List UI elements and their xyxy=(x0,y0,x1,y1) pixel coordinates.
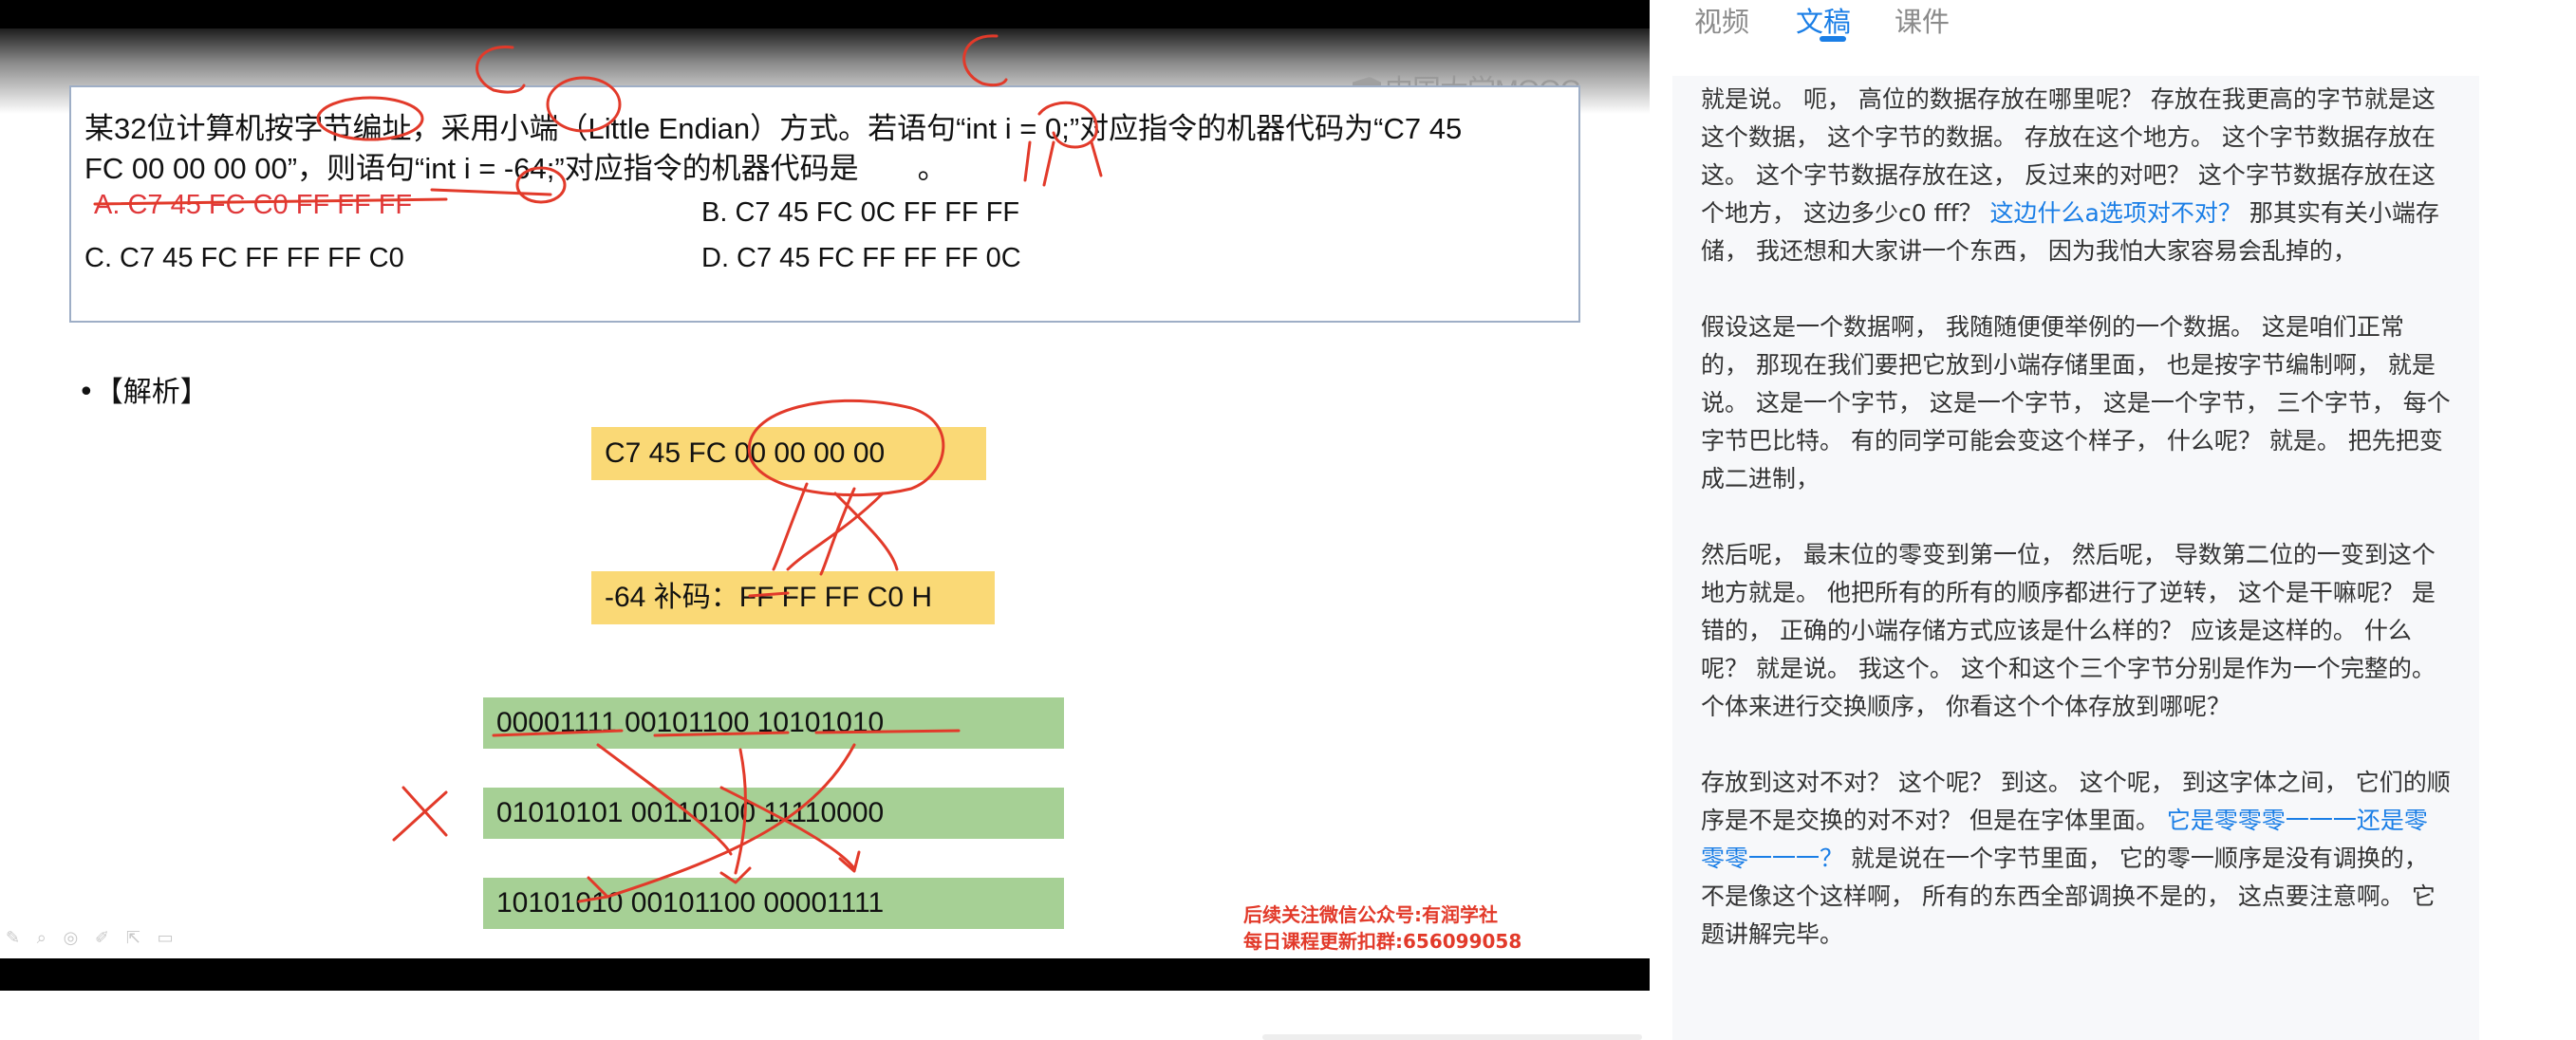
horizontal-scrollbar[interactable] xyxy=(1262,1034,1642,1040)
transcript-highlight[interactable]: 这边什么a选项对不对？ xyxy=(1990,199,2242,227)
promo-text: 后续关注微信公众号:有润学社 每日课程更新扣群:656099058 xyxy=(1243,903,1522,953)
video-bottom-bar xyxy=(0,958,1650,991)
tab-courseware[interactable]: 课件 xyxy=(1895,0,1950,40)
transcript-paragraph: 然后呢， 最末位的零变到第一位， 然后呢， 导数第二位的一变到这个地方就是。 他… xyxy=(1701,541,2436,720)
tab-video[interactable]: 视频 xyxy=(1694,0,1749,40)
video-player[interactable]: 中国大学MOOC 某32位计算机按字节编址，采用小端（Little Endian… xyxy=(0,0,1650,996)
transcript-paragraph: 存放到这对不对？ 这个呢？ 到这。 这个呢， 到这字体之间， 它们的顺序是不是交… xyxy=(1701,769,2451,948)
active-tab-indicator xyxy=(1820,36,1846,42)
handwritten-annotations xyxy=(93,34,1103,903)
player-tools[interactable]: ✎ ⌕ ◎ ✐ ⇱ ▭ xyxy=(6,928,179,948)
transcript-paragraph: 假设这是一个数据啊， 我随随便便举例的一个数据。 这是咱们正常的， 那现在我们要… xyxy=(1701,313,2451,492)
transcript-paragraph: 就是说。 呃， 高位的数据存放在哪里呢？ 存放在我更高的字节就是这这个数据， 这… xyxy=(1701,85,2439,265)
transcript-panel[interactable]: 就是说。 呃， 高位的数据存放在哪里呢？ 存放在我更高的字节就是这这个数据， 这… xyxy=(1672,76,2479,1040)
tab-transcript[interactable]: 文稿 xyxy=(1796,0,1851,40)
